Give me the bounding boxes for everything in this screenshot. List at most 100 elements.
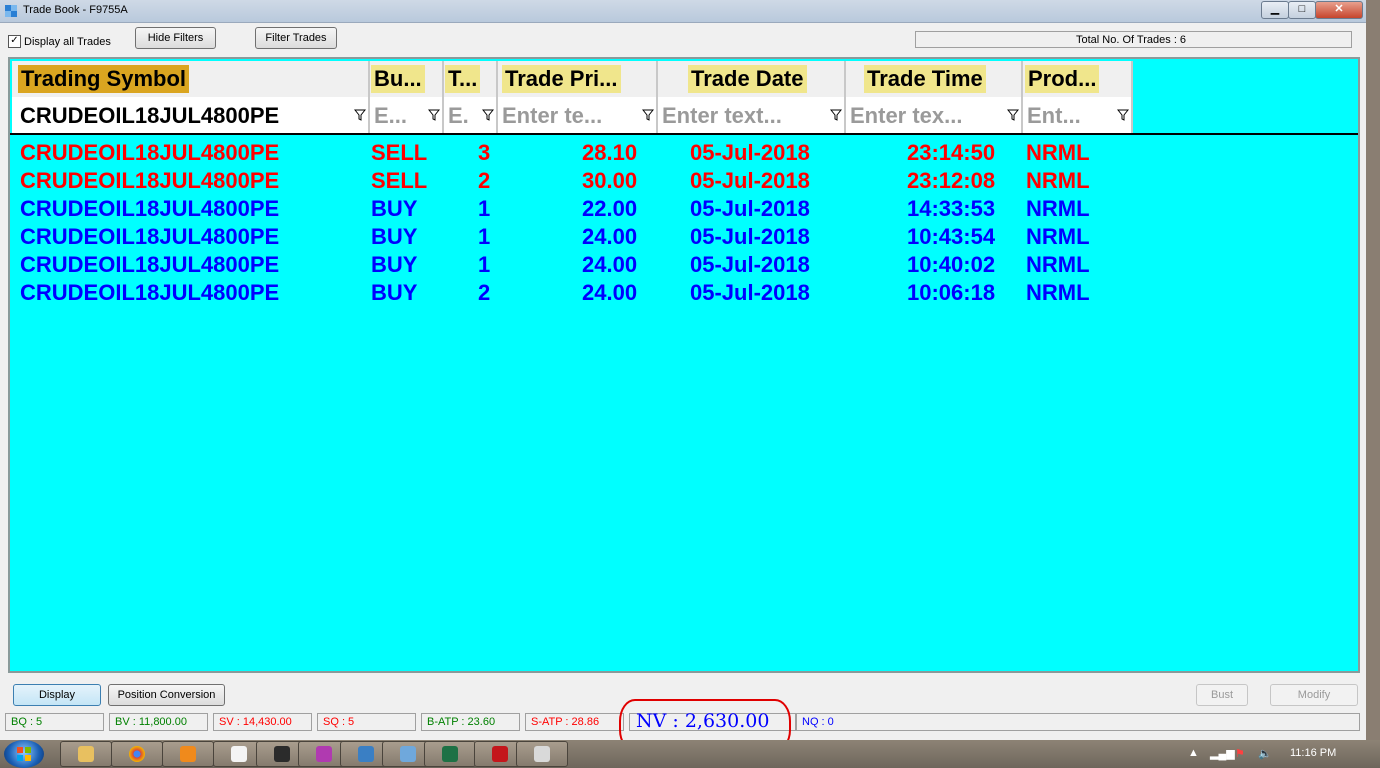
cell-symbol: CRUDEOIL18JUL4800PE — [20, 196, 280, 221]
column-header-product[interactable]: Prod... — [1023, 61, 1133, 97]
cell-time: 10:43:54 — [907, 224, 996, 249]
screen-app-icon — [400, 746, 416, 762]
filter-funnel-icon[interactable] — [1007, 109, 1019, 121]
cell-product: NRML — [1026, 252, 1090, 277]
display-button[interactable]: Display — [13, 684, 101, 706]
cell-side: BUY — [371, 224, 418, 249]
status-sq: SQ : 5 — [317, 713, 416, 731]
display-all-checkbox[interactable]: ✓ — [8, 35, 21, 48]
table-row[interactable]: CRUDEOIL18JUL4800PE BUY 1 24.00 05-Jul-2… — [10, 251, 1358, 279]
cell-qty: 1 — [478, 252, 491, 277]
taskbar-media[interactable] — [162, 741, 214, 767]
chart-app-icon — [274, 746, 290, 762]
filter-trading-symbol[interactable]: CRUDEOIL18JUL4800PE — [12, 97, 370, 134]
column-header-trade-time[interactable]: Trade Time — [846, 61, 1023, 97]
volume-icon[interactable]: 🔈 — [1258, 747, 1272, 760]
cell-date: 05-Jul-2018 — [690, 168, 810, 193]
title-bar: Trade Book - F9755A ▁ □ ✕ — [0, 0, 1366, 23]
cell-side: BUY — [371, 196, 418, 221]
cell-price: 30.00 — [582, 168, 638, 193]
cell-date: 05-Jul-2018 — [690, 196, 810, 221]
cell-price: 24.00 — [582, 280, 638, 305]
cell-symbol: CRUDEOIL18JUL4800PE — [20, 140, 280, 165]
window-title: Trade Book - F9755A — [23, 4, 128, 16]
taskbar-clock[interactable]: 11:16 PM — [1290, 747, 1336, 759]
cell-qty: 2 — [478, 168, 491, 193]
cell-symbol: CRUDEOIL18JUL4800PE — [20, 168, 280, 193]
column-header-trade-price[interactable]: Trade Pri... — [498, 61, 658, 97]
close-button[interactable]: ✕ — [1315, 1, 1363, 19]
cell-time: 23:14:50 — [907, 140, 996, 165]
cell-symbol: CRUDEOIL18JUL4800PE — [20, 224, 280, 249]
filter-placeholder: Ent... — [1027, 103, 1081, 128]
cell-symbol: CRUDEOIL18JUL4800PE — [20, 252, 280, 277]
cell-date: 05-Jul-2018 — [690, 140, 810, 165]
cell-side: SELL — [371, 168, 428, 193]
cell-product: NRML — [1026, 168, 1090, 193]
excel-icon — [442, 746, 458, 762]
taskbar-excel[interactable] — [424, 741, 476, 767]
filter-placeholder: Enter te... — [502, 103, 603, 128]
filter-trades-button[interactable]: Filter Trades — [255, 27, 337, 49]
taskbar-calculator[interactable] — [516, 741, 568, 767]
filter-funnel-icon[interactable] — [642, 109, 654, 121]
maximize-button[interactable]: □ — [1288, 1, 1316, 19]
pdf-icon — [492, 746, 508, 762]
table-row[interactable]: CRUDEOIL18JUL4800PE SELL 3 28.10 05-Jul-… — [10, 139, 1358, 167]
filter-trade-qty[interactable]: E. — [444, 97, 498, 134]
taskbar-explorer[interactable] — [60, 741, 112, 767]
table-row[interactable]: CRUDEOIL18JUL4800PE BUY 1 24.00 05-Jul-2… — [10, 223, 1358, 251]
cell-price: 28.10 — [582, 140, 638, 165]
filter-buy-sell[interactable]: E... — [370, 97, 444, 134]
table-row[interactable]: CRUDEOIL18JUL4800PE BUY 1 22.00 05-Jul-2… — [10, 195, 1358, 223]
total-trades-text: Total No. Of Trades : 6 — [1076, 34, 1187, 46]
filter-trade-date[interactable]: Enter text... — [658, 97, 846, 134]
action-center-icon[interactable]: ⚑ — [1235, 747, 1245, 760]
header-label: Trading Symbol — [18, 65, 190, 93]
network-icon[interactable]: ▂▄▆ — [1210, 747, 1235, 760]
column-header-trading-symbol[interactable]: Trading Symbol — [12, 61, 370, 97]
column-header-buy-sell[interactable]: Bu... — [370, 61, 444, 97]
header-label: T... — [445, 65, 481, 93]
table-row[interactable]: CRUDEOIL18JUL4800PE SELL 2 30.00 05-Jul-… — [10, 167, 1358, 195]
cell-side: BUY — [371, 280, 418, 305]
cell-time: 10:40:02 — [907, 252, 996, 277]
document-icon — [231, 746, 247, 762]
header-label: Prod... — [1025, 65, 1100, 93]
cell-date: 05-Jul-2018 — [690, 252, 810, 277]
triangle-app-icon — [316, 746, 332, 762]
tray-expand-icon[interactable]: ▲ — [1188, 747, 1199, 759]
status-b-atp: B-ATP : 23.60 — [421, 713, 520, 731]
filter-funnel-icon[interactable] — [482, 109, 494, 121]
bust-button[interactable]: Bust — [1196, 684, 1248, 706]
table-row[interactable]: CRUDEOIL18JUL4800PE BUY 2 24.00 05-Jul-2… — [10, 279, 1358, 307]
column-header-trade-date[interactable]: Trade Date — [658, 61, 846, 97]
modify-button[interactable]: Modify — [1270, 684, 1358, 706]
column-header-trade-qty[interactable]: T... — [444, 61, 498, 97]
folder-icon — [78, 746, 94, 762]
taskbar-chrome[interactable] — [111, 741, 163, 767]
cell-price: 24.00 — [582, 252, 638, 277]
filter-placeholder: Enter text... — [662, 103, 782, 128]
cell-product: NRML — [1026, 140, 1090, 165]
start-button[interactable] — [4, 740, 44, 768]
position-conversion-button[interactable]: Position Conversion — [108, 684, 225, 706]
filter-trade-price[interactable]: Enter te... — [498, 97, 658, 134]
hide-filters-button[interactable]: Hide Filters — [135, 27, 216, 49]
cell-product: NRML — [1026, 196, 1090, 221]
cell-time: 10:06:18 — [907, 280, 996, 305]
filter-funnel-icon[interactable] — [354, 109, 366, 121]
cell-date: 05-Jul-2018 — [690, 224, 810, 249]
filter-trade-time[interactable]: Enter tex... — [846, 97, 1023, 134]
status-s-atp: S-ATP : 28.86 — [525, 713, 624, 731]
filter-funnel-icon[interactable] — [1117, 109, 1129, 121]
header-label: Trade Date — [688, 65, 807, 93]
status-nq: NQ : 0 — [796, 713, 1360, 731]
cell-product: NRML — [1026, 280, 1090, 305]
minimize-button[interactable]: ▁ — [1261, 1, 1289, 19]
filter-funnel-icon[interactable] — [428, 109, 440, 121]
header-label: Trade Pri... — [502, 65, 621, 93]
cell-price: 22.00 — [582, 196, 638, 221]
filter-funnel-icon[interactable] — [830, 109, 842, 121]
filter-product[interactable]: Ent... — [1023, 97, 1133, 134]
